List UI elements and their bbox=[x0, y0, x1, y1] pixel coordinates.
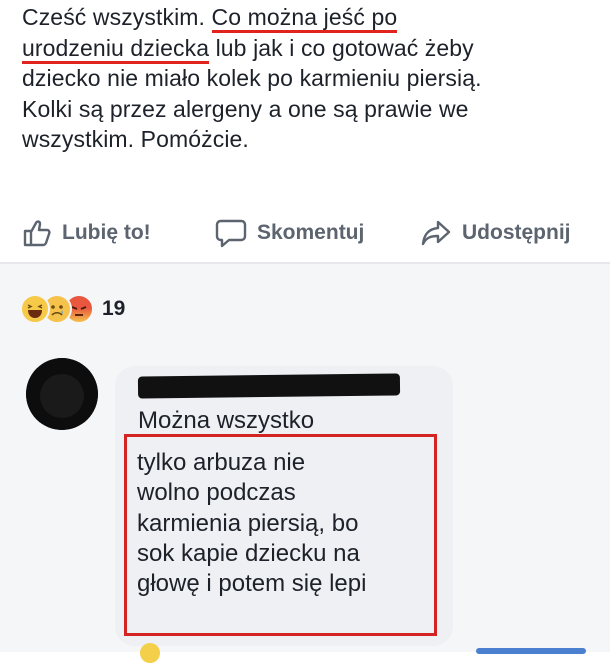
post-text-segment: Kolki są przez alergeny a one są prawie … bbox=[22, 95, 469, 122]
redacted-commenter-name bbox=[137, 373, 401, 399]
comment-label: Skomentuj bbox=[257, 221, 365, 244]
post-text-segment: lub jak i co gotować żeby bbox=[209, 34, 474, 61]
share-label: Udostępnij bbox=[462, 221, 571, 244]
post-text: Cześć wszystkim. Co można jeść po urodze… bbox=[22, 2, 592, 155]
post-text-segment: wszystkim. Pomóżcie. bbox=[22, 126, 249, 152]
comment-line: wolno podczas bbox=[137, 479, 296, 507]
reaction-count: 19 bbox=[102, 297, 126, 320]
comment-line: sok kapie dziecku na bbox=[137, 539, 360, 567]
comment-line: głowę i potem się lepi bbox=[137, 570, 367, 598]
post-line: urodzeniu dziecka lub jak i co gotować ż… bbox=[22, 33, 592, 64]
comment-line: karmienia piersią, bo bbox=[137, 509, 359, 537]
like-label: Lubię to! bbox=[62, 221, 151, 244]
like-button[interactable]: Lubię to! bbox=[22, 218, 151, 248]
comment-line: tylko arbuza nie bbox=[137, 449, 306, 476]
partial-reaction-bar bbox=[476, 648, 586, 654]
post-line: Kolki są przez alergeny a one są prawie … bbox=[22, 94, 592, 125]
share-button[interactable]: Udostępnij bbox=[420, 218, 571, 248]
comment-button[interactable]: Skomentuj bbox=[215, 218, 364, 248]
post-actions-bar: Lubię to! Skomentuj Udostępnij bbox=[0, 208, 610, 258]
comment-first-line: Można wszystko bbox=[138, 407, 315, 434]
post-text-segment: dziecko nie miało kolek po karmieniu pie… bbox=[22, 65, 482, 91]
post-line: dziecko nie miało kolek po karmieniu pie… bbox=[22, 63, 592, 94]
thumbs-up-icon bbox=[23, 220, 51, 247]
post-line: wszystkim. Pomóżcie. bbox=[22, 124, 592, 155]
commenter-avatar[interactable] bbox=[26, 358, 98, 430]
share-arrow-icon bbox=[421, 220, 451, 246]
post: Cześć wszystkim. Co można jeść po urodze… bbox=[0, 0, 610, 200]
post-text-segment: Cześć wszystkim. bbox=[22, 4, 212, 30]
post-highlight: Co można jeść po bbox=[211, 4, 398, 33]
comment-bubble-icon bbox=[215, 219, 247, 248]
haha-reaction-icon bbox=[20, 294, 50, 324]
reactions-summary[interactable]: 19 bbox=[20, 294, 125, 324]
post-line: Cześć wszystkim. Co można jeść po bbox=[22, 2, 592, 33]
comment-text: tylko arbuza nie wolno podczas karmienia… bbox=[137, 448, 366, 599]
post-highlight: urodzeniu dziecka bbox=[22, 34, 210, 64]
partial-emoji-icon bbox=[140, 643, 160, 663]
